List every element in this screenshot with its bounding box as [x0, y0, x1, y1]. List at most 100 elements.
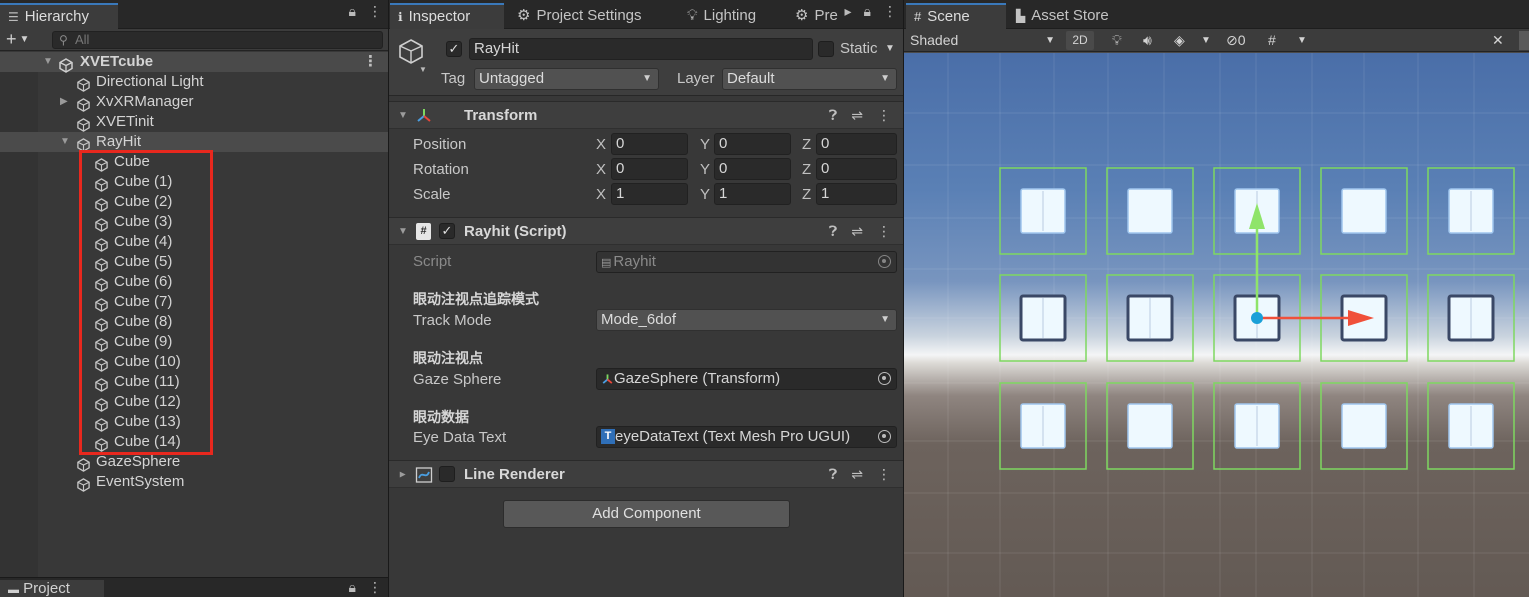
project-tabbar: ▬ Project 🔒︎ ⋮ [0, 577, 388, 597]
add-component-button[interactable]: Add Component [503, 500, 790, 528]
caret-down-icon[interactable]: ▼ [1297, 31, 1307, 50]
hierarchy-row[interactable]: EventSystem [0, 472, 388, 492]
object-picker-icon[interactable] [878, 430, 891, 443]
scene-toolbar-overflow[interactable] [1519, 31, 1529, 50]
move-gizmo-center-handle[interactable] [1251, 312, 1263, 324]
gaze-sphere-field[interactable]: GazeSphere (Transform) [596, 368, 897, 390]
axis-x-label[interactable]: X [596, 186, 606, 203]
static-dropdown-caret-icon[interactable]: ▼ [885, 43, 895, 54]
collapse-arrow-icon[interactable]: ▼ [60, 132, 70, 152]
more-menu-icon[interactable]: ⋮ [368, 579, 382, 596]
help-icon[interactable]: ❓︎ [829, 107, 837, 124]
position-y-field[interactable]: 0 [714, 133, 791, 155]
eye-data-text-field[interactable]: TeyeDataText (Text Mesh Pro UGUI) [596, 426, 897, 448]
scene-cube[interactable] [1127, 403, 1173, 449]
audio-toggle-icon[interactable]: 🔊︎ [1143, 31, 1152, 50]
rotation-y-field[interactable]: 0 [714, 158, 791, 180]
layer-dropdown[interactable]: Default ▼ [722, 68, 897, 90]
line-renderer-component-header[interactable]: ▼ Line Renderer ❓︎ ⇌ ⋮ [389, 460, 903, 488]
scene-root-row[interactable]: ▼ XVETcube ⋮ [0, 52, 388, 73]
object-name-field[interactable]: RayHit [469, 38, 813, 60]
rayhit-component-header[interactable]: ▼ # ✓ Rayhit (Script) ❓︎ ⇌ ⋮ [389, 217, 903, 245]
scene-canvas[interactable] [904, 53, 1529, 597]
line-renderer-title: Line Renderer [464, 466, 565, 483]
scene-lighting-toggle-icon[interactable]: 💡︎ [1112, 31, 1122, 50]
expand-arrow-icon[interactable]: ▶ [60, 92, 68, 112]
axis-z-label[interactable]: Z [802, 186, 811, 203]
scene-cube[interactable] [1341, 188, 1387, 234]
tab-project[interactable]: ▬ Project [0, 580, 104, 597]
tab-asset-store[interactable]: ▙ Asset Store [1008, 3, 1117, 29]
tab-hierarchy[interactable]: ☰ Hierarchy [0, 3, 118, 29]
more-menu-icon[interactable]: ⋮ [877, 107, 891, 124]
fold-arrow-icon[interactable]: ▼ [398, 226, 408, 237]
hierarchy-item-label: EventSystem [96, 473, 185, 490]
more-menu-icon[interactable]: ⋮ [877, 466, 891, 483]
axis-x-label[interactable]: X [596, 161, 606, 178]
hierarchy-row[interactable]: ▶ XvXRManager [0, 92, 388, 112]
hierarchy-item-label: RayHit [96, 133, 142, 150]
tab-project-settings[interactable]: ⚙ Project Settings [509, 3, 650, 29]
effects-toggle-icon[interactable]: ◈ [1174, 31, 1185, 50]
expand-arrow-icon[interactable]: ▼ [43, 52, 53, 72]
hierarchy-row[interactable]: XVETinit [0, 112, 388, 132]
more-menu-icon[interactable]: ⋮ [368, 3, 382, 20]
scale-y-field[interactable]: 1 [714, 183, 791, 205]
2d-toggle-button[interactable]: 2D [1066, 31, 1094, 50]
more-menu-icon[interactable]: ⋮ [363, 52, 378, 72]
tools-icon[interactable]: ✕ [1492, 31, 1504, 50]
axis-x-label[interactable]: X [596, 136, 606, 153]
transform-component-header[interactable]: ▼ Transform ❓︎ ⇌ ⋮ [389, 101, 903, 129]
scene-viewport[interactable] [904, 53, 1529, 597]
lock-icon[interactable]: 🔒︎ [349, 3, 356, 20]
active-checkbox[interactable]: ✓ [446, 41, 462, 57]
object-picker-icon[interactable] [878, 372, 891, 385]
scale-z-field[interactable]: 1 [816, 183, 897, 205]
caret-down-icon: ▼ [1045, 35, 1055, 46]
hierarchy-row[interactable]: ▼ RayHit [0, 132, 388, 152]
tab-lighting[interactable]: 💡︎ Lighting [679, 3, 764, 29]
tab-scene[interactable]: # Scene [906, 3, 1006, 29]
tab-scroll-arrow-icon[interactable]: ▸ [845, 3, 852, 20]
hierarchy-row[interactable]: GazeSphere [0, 452, 388, 472]
fold-arrow-icon[interactable]: ▼ [398, 110, 408, 121]
lock-icon[interactable]: 🔒︎ [864, 3, 871, 20]
preset-icon[interactable]: ⇌ [851, 223, 863, 240]
track-mode-dropdown[interactable]: Mode_6dof ▼ [596, 309, 897, 331]
help-icon[interactable]: ❓︎ [829, 466, 837, 483]
hidden-objects-toggle[interactable]: ⊘0 [1226, 31, 1246, 50]
help-icon[interactable]: ❓︎ [829, 223, 837, 240]
create-button[interactable]: + ▼ [6, 30, 29, 49]
tab-inspector[interactable]: ℹ Inspector [390, 3, 504, 29]
axis-z-label[interactable]: Z [802, 136, 811, 153]
more-menu-icon[interactable]: ⋮ [883, 3, 897, 20]
hierarchy-search-input[interactable]: ⚲ All [52, 31, 383, 49]
lock-icon[interactable]: 🔒︎ [349, 579, 356, 596]
component-enabled-checkbox[interactable]: ✓ [439, 223, 455, 239]
scene-cube[interactable] [1341, 403, 1387, 449]
axis-y-label[interactable]: Y [700, 186, 710, 203]
caret-down-icon[interactable]: ▼ [419, 65, 427, 74]
axis-z-label[interactable]: Z [802, 161, 811, 178]
scene-cube[interactable] [1127, 188, 1173, 234]
tag-dropdown[interactable]: Untagged ▼ [474, 68, 659, 90]
rotation-x-field[interactable]: 0 [611, 158, 688, 180]
scale-x-field[interactable]: 1 [611, 183, 688, 205]
rotation-z-field[interactable]: 0 [816, 158, 897, 180]
shading-mode-dropdown[interactable]: Shaded ▼ [910, 31, 1055, 50]
component-enabled-checkbox[interactable] [439, 466, 455, 482]
tab-preferences[interactable]: ⚙ Pre [787, 3, 846, 29]
preset-icon[interactable]: ⇌ [851, 107, 863, 124]
fold-arrow-icon[interactable]: ▼ [397, 470, 408, 480]
static-checkbox[interactable] [818, 41, 834, 57]
axis-y-label[interactable]: Y [700, 136, 710, 153]
script-field: ▤ Rayhit [596, 251, 897, 273]
position-x-field[interactable]: 0 [611, 133, 688, 155]
more-menu-icon[interactable]: ⋮ [877, 223, 891, 240]
axis-y-label[interactable]: Y [700, 161, 710, 178]
grid-toggle-icon[interactable]: # [1268, 31, 1276, 50]
position-z-field[interactable]: 0 [816, 133, 897, 155]
hierarchy-row[interactable]: Directional Light [0, 72, 388, 92]
caret-down-icon[interactable]: ▼ [1201, 31, 1211, 50]
preset-icon[interactable]: ⇌ [851, 466, 863, 483]
